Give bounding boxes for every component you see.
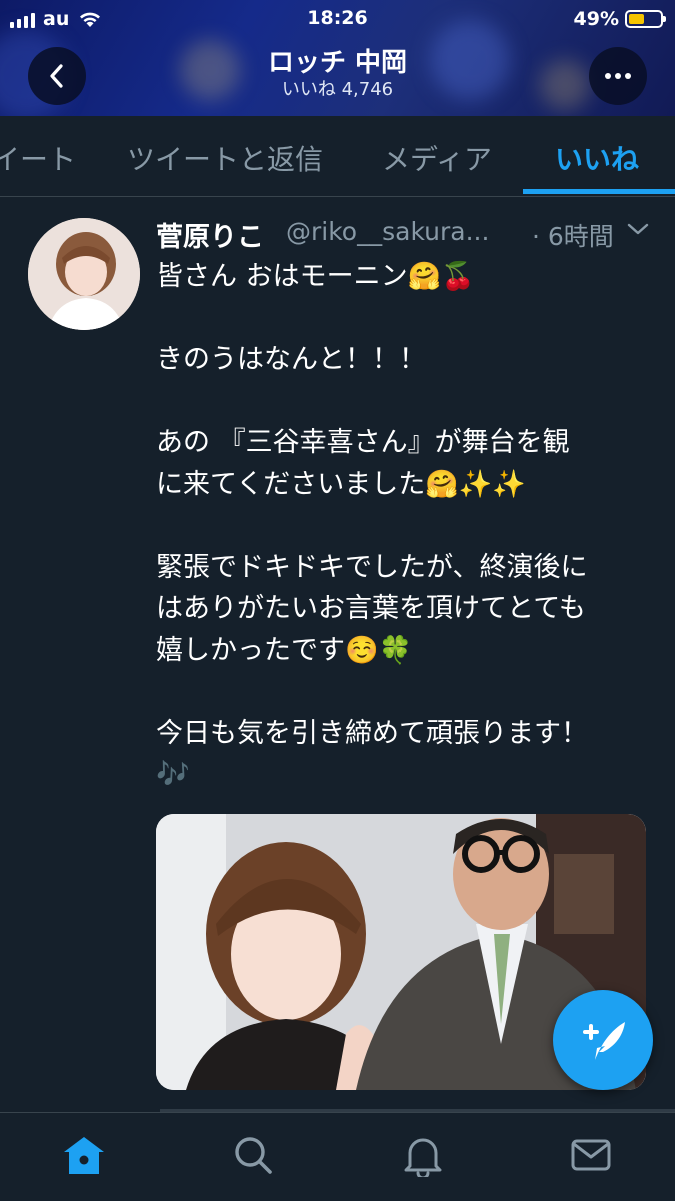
tab-tweets-replies[interactable]: ツイートと返信	[127, 138, 323, 178]
tab-tweets[interactable]: イート	[0, 138, 76, 178]
search-icon	[235, 1137, 272, 1174]
tweet-line: 🎶	[156, 759, 190, 790]
tweet-line: 今日も気を引き締めて頑張ります！	[156, 717, 588, 749]
battery-level-fill	[629, 14, 644, 24]
messages-icon	[571, 1139, 611, 1171]
tweet-line: あの 『三谷幸喜さん』が舞台を観	[156, 427, 570, 458]
battery-percent: 49%	[573, 8, 619, 30]
tweet-line: 皆さん おはモーニン🤗🍒	[156, 261, 475, 292]
tweet-time: · 6時間	[532, 222, 614, 251]
profile-header: au 18:26 49% ロッチ 中岡 いいね 4,746	[0, 0, 675, 116]
tab-likes[interactable]: いいね	[555, 138, 639, 178]
profile-name: ロッチ 中岡	[267, 48, 408, 78]
tab-media[interactable]: メディア	[382, 138, 492, 178]
profile-tabs: イート ツイートと返信 メディア いいね	[0, 116, 675, 197]
nav-messages[interactable]	[569, 1133, 613, 1177]
tweet-line: きのうはなんと！！！	[156, 344, 426, 375]
nav-notifications[interactable]	[401, 1133, 445, 1177]
tweet-text: 皆さん おはモーニン🤗🍒 きのうはなんと！！！ あの 『三谷幸喜さん』が舞台を観…	[156, 256, 656, 796]
tweet-line: 嬉しかったです☺️🍀	[156, 634, 413, 666]
more-button[interactable]	[589, 47, 647, 105]
active-tab-indicator	[523, 189, 675, 194]
bottom-tab-bar	[0, 1112, 675, 1201]
tweet-line: 緊張でドキドキでしたが、終演後に	[156, 551, 588, 583]
avatar[interactable]	[28, 218, 140, 330]
battery-icon	[625, 10, 666, 28]
home-icon	[64, 1137, 104, 1174]
author-handle[interactable]: @riko__sakura...	[286, 217, 489, 246]
chevron-down-icon[interactable]	[626, 221, 650, 237]
nav-home[interactable]	[62, 1133, 106, 1177]
status-bar: au 18:26 49%	[0, 0, 675, 38]
nav-search[interactable]	[231, 1133, 275, 1177]
compose-tweet-icon	[583, 1022, 625, 1060]
more-icon	[605, 73, 631, 79]
compose-button[interactable]	[553, 990, 653, 1090]
tweet-header: 菅原りこ @riko__sakura... · 6時間	[156, 215, 656, 255]
tweet-line: はありがたいお言葉を頂けてとても	[156, 593, 586, 624]
likes-count: いいね 4,746	[281, 79, 394, 100]
author-name[interactable]: 菅原りこ	[156, 215, 264, 254]
tweet-line: に来てくださいました🤗✨✨	[156, 468, 527, 500]
notifications-icon	[404, 1138, 442, 1177]
